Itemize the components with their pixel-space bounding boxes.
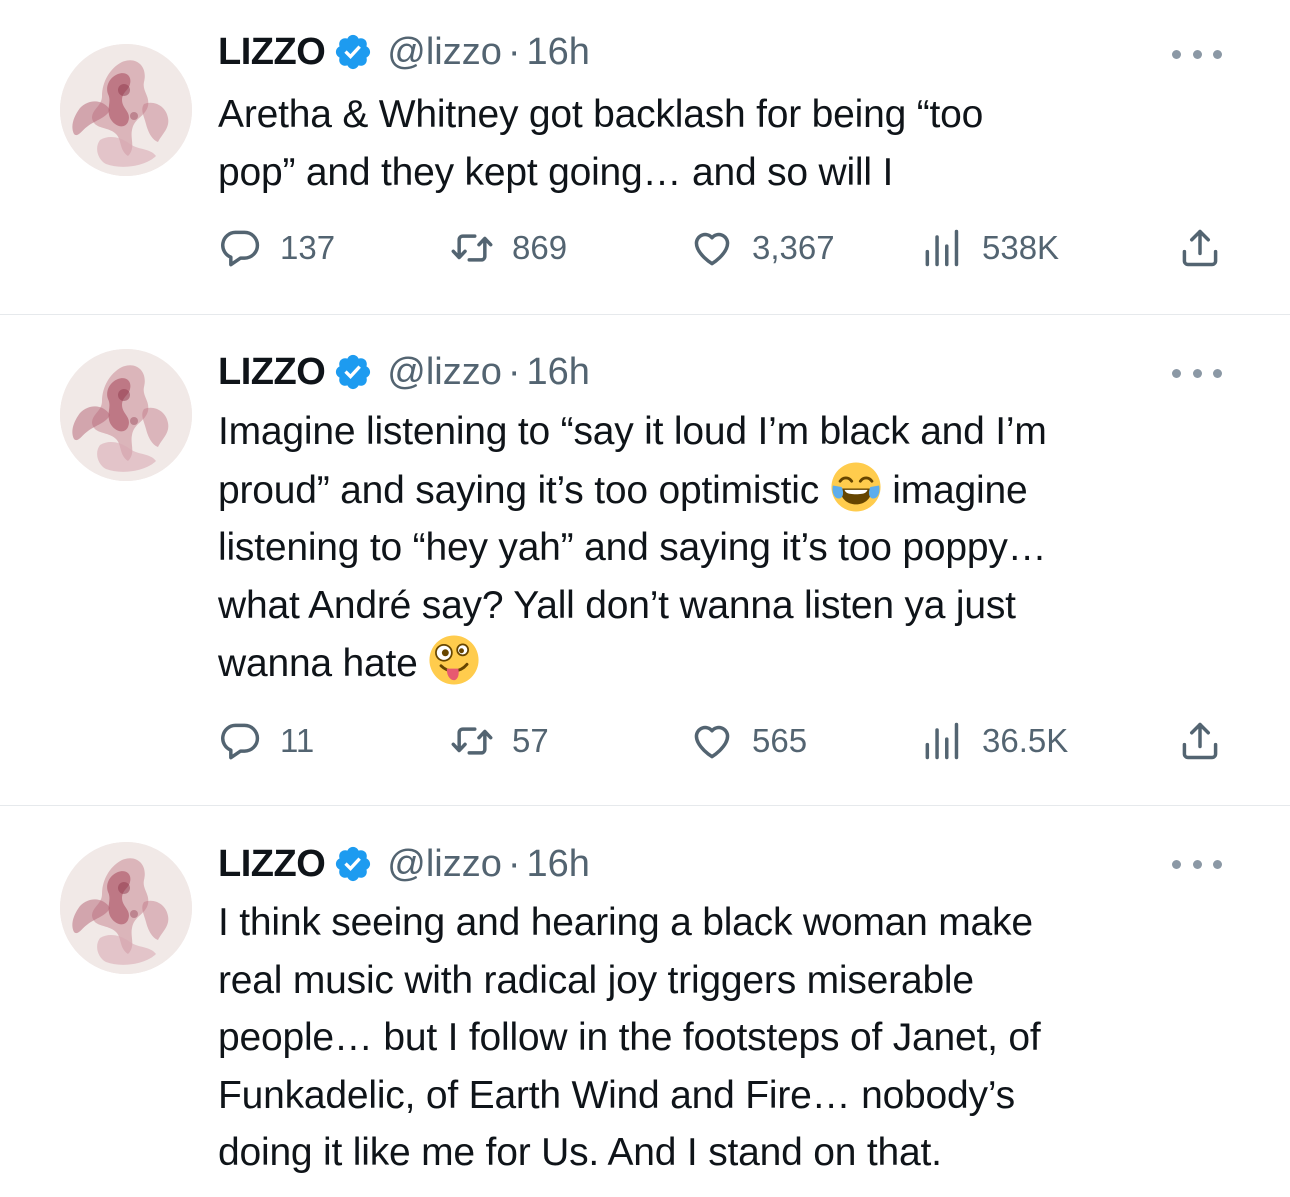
tweet-actions: 11 57 565 36.5K — [218, 716, 1228, 766]
more-horizontal-icon[interactable] — [1172, 44, 1222, 64]
timestamp[interactable]: 16h — [527, 843, 590, 886]
views-chart-icon — [920, 719, 964, 763]
like-count: 3,367 — [752, 229, 835, 266]
share-button[interactable] — [1178, 716, 1222, 766]
tweet-text-line: people… but I follow in the footsteps of… — [218, 1016, 1041, 1059]
tweet-text-line: Imagine listening to “say it loud I’m bl… — [218, 410, 1047, 453]
view-count: 36.5K — [982, 722, 1069, 759]
tweet-text-fragment: wanna hate — [218, 642, 429, 685]
reply-button[interactable]: 11 — [218, 716, 314, 766]
avatar-image — [60, 842, 192, 974]
retweet-count: 869 — [512, 229, 568, 266]
tweet-text-line: Aretha & Whitney got backlash for being … — [218, 93, 984, 136]
tweet-text-line: doing it like me for Us. And I stand on … — [218, 1131, 942, 1174]
tweet-header: LIZZO @lizzo · 16h — [218, 347, 590, 397]
views-button[interactable]: 36.5K — [920, 716, 1068, 766]
more-horizontal-icon[interactable] — [1172, 363, 1222, 383]
share-upload-icon — [1178, 226, 1222, 270]
retweet-icon — [450, 226, 494, 270]
tweet[interactable]: LIZZO @lizzo · 16h Imagine listening to … — [0, 315, 1290, 805]
face-with-tears-of-joy-emoji — [830, 461, 882, 513]
views-chart-icon — [920, 226, 964, 270]
tweet-text-line: proud” and saying it’s too optimistic im… — [218, 461, 1228, 520]
avatar-image — [60, 349, 192, 481]
author-name[interactable]: LIZZO — [218, 843, 326, 886]
share-button[interactable] — [1178, 223, 1222, 273]
verified-badge-icon — [333, 844, 373, 884]
timestamp[interactable]: 16h — [527, 351, 590, 394]
reply-icon — [218, 226, 262, 270]
author-handle[interactable]: @lizzo — [387, 351, 502, 394]
tweet-header: LIZZO @lizzo · 16h — [218, 27, 590, 77]
reply-icon — [218, 719, 262, 763]
tweet[interactable]: LIZZO @lizzo · 16h Aretha & Whitney got … — [0, 0, 1290, 314]
tweet-text-line: Funkadelic, of Earth Wind and Fire… nobo… — [218, 1073, 1015, 1117]
reply-button[interactable]: 137 — [218, 223, 335, 273]
views-button[interactable]: 538K — [920, 223, 1059, 273]
reply-count: 11 — [280, 722, 315, 759]
avatar-image — [60, 44, 192, 176]
tweet-text-fragment: proud” and saying it’s too optimistic — [218, 468, 820, 512]
tweet-feed: LIZZO @lizzo · 16h Aretha & Whitney got … — [0, 0, 1290, 1197]
like-count: 565 — [752, 722, 808, 759]
tweet-text-line: what André say? Yall don’t wanna listen … — [218, 583, 1016, 627]
tweet-text-line: listening to “hey yah” and saying it’s t… — [218, 526, 1047, 569]
tweet-text: I think seeing and hearing a black woman… — [218, 894, 1228, 1182]
retweet-icon — [450, 719, 494, 763]
tweet-text-line: wanna hate — [218, 634, 1228, 693]
avatar[interactable] — [60, 349, 192, 481]
timestamp[interactable]: 16h — [527, 31, 590, 74]
tweet-text: Imagine listening to “say it loud I’m bl… — [218, 403, 1228, 693]
separator-dot: · — [507, 842, 521, 885]
heart-icon — [690, 719, 734, 763]
retweet-count: 57 — [512, 722, 549, 759]
avatar[interactable] — [60, 44, 192, 176]
avatar[interactable] — [60, 842, 192, 974]
tweet-text: Aretha & Whitney got backlash for being … — [218, 86, 1228, 201]
tweet-header: LIZZO @lizzo · 16h — [218, 839, 590, 889]
author-handle[interactable]: @lizzo — [387, 31, 502, 74]
like-button[interactable]: 565 — [690, 716, 807, 766]
tweet-actions: 137 869 3,367 538K — [218, 223, 1228, 273]
author-handle[interactable]: @lizzo — [387, 843, 502, 886]
separator-dot: · — [507, 30, 521, 73]
tweet-text-fragment: imagine — [881, 468, 1028, 512]
author-name[interactable]: LIZZO — [218, 351, 326, 394]
retweet-button[interactable]: 57 — [450, 716, 549, 766]
tweet-text-line: pop” and they kept going… and so will I — [218, 150, 894, 194]
more-horizontal-icon[interactable] — [1172, 854, 1222, 874]
heart-icon — [690, 226, 734, 270]
tweet-text-line: real music with radical joy triggers mis… — [218, 958, 974, 1002]
like-button[interactable]: 3,367 — [690, 223, 835, 273]
reply-count: 137 — [280, 229, 336, 266]
zany-face-emoji — [428, 634, 480, 686]
tweet-text-line: I think seeing and hearing a black woman… — [218, 901, 1033, 944]
verified-badge-icon — [333, 352, 373, 392]
retweet-button[interactable]: 869 — [450, 223, 567, 273]
tweet[interactable]: LIZZO @lizzo · 16h I think seeing and he… — [0, 806, 1290, 1197]
share-upload-icon — [1178, 719, 1222, 763]
view-count: 538K — [982, 229, 1060, 266]
author-name[interactable]: LIZZO — [218, 31, 326, 74]
separator-dot: · — [507, 350, 521, 393]
verified-badge-icon — [333, 32, 373, 72]
